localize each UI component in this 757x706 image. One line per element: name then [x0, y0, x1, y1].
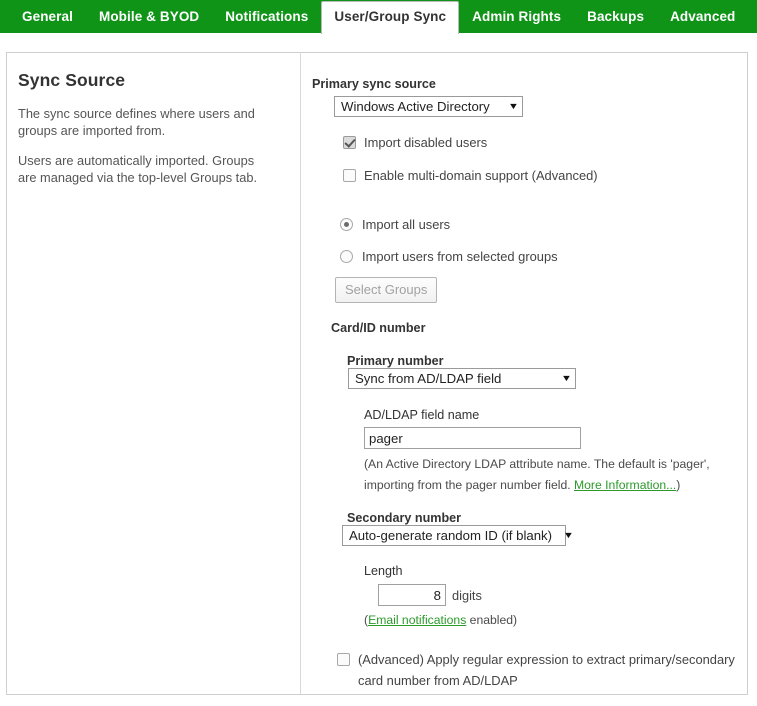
select-groups-button[interactable]: Select Groups — [335, 277, 438, 303]
secondary-number-select[interactable]: Auto-generate random ID (if blank) ▼ — [342, 525, 574, 546]
import-selected-groups-radio[interactable] — [340, 250, 353, 263]
email-note-rest: enabled) — [466, 613, 518, 627]
length-row: digits — [378, 584, 739, 606]
import-disabled-users-row[interactable]: Import disabled users — [343, 135, 739, 151]
tab-notifications[interactable]: Notifications — [212, 2, 321, 33]
chevron-down-icon: ▼ — [507, 101, 520, 111]
import-disabled-users-label: Import disabled users — [364, 135, 488, 150]
card-id-number-heading: Card/ID number — [331, 321, 426, 335]
tab-list: General Mobile & BYOD Notifications User… — [0, 0, 748, 34]
primary-sync-source-select[interactable]: Windows Active Directory ▼ — [334, 96, 523, 117]
ad-ldap-field-name-label: AD/LDAP field name — [364, 408, 480, 422]
description-paragraph-1: The sync source defines where users and … — [18, 106, 255, 138]
primary-sync-source-value: Windows Active Directory — [341, 99, 490, 114]
ad-ldap-help-text-2: ) — [676, 478, 681, 492]
length-label: Length — [364, 564, 403, 578]
import-all-users-label: Import all users — [362, 217, 451, 232]
advanced-regex-label: (Advanced) Apply regular expression to e… — [358, 652, 735, 688]
tab-mobile-byod[interactable]: Mobile & BYOD — [86, 2, 212, 33]
primary-number-select[interactable]: Sync from AD/LDAP field ▼ — [348, 368, 576, 389]
import-selected-groups-row[interactable]: Import users from selected groups — [340, 249, 739, 265]
tab-advanced[interactable]: Advanced — [657, 2, 748, 33]
enable-multidomain-label: Enable multi-domain support (Advanced) — [364, 168, 598, 183]
panel-left-description: Sync Source The sync source defines wher… — [7, 53, 301, 694]
import-all-users-row[interactable]: Import all users — [340, 217, 739, 233]
import-selected-groups-label: Import users from selected groups — [362, 249, 558, 264]
more-information-link[interactable]: More Information... — [574, 478, 676, 492]
settings-page: General Mobile & BYOD Notifications User… — [0, 0, 757, 706]
ad-ldap-field-name-input[interactable] — [364, 427, 581, 449]
length-units-label: digits — [452, 587, 482, 603]
enable-multidomain-row[interactable]: Enable multi-domain support (Advanced) — [343, 168, 739, 184]
tab-admin-rights[interactable]: Admin Rights — [459, 2, 574, 33]
length-input[interactable] — [378, 584, 446, 606]
primary-sync-source-label: Primary sync source — [312, 77, 436, 91]
tab-general[interactable]: General — [9, 2, 86, 33]
email-notifications-link[interactable]: Email notifications — [368, 613, 466, 627]
tab-user-group-sync[interactable]: User/Group Sync — [321, 1, 460, 34]
primary-number-label: Primary number — [347, 354, 444, 368]
primary-number-value: Sync from AD/LDAP field — [355, 371, 502, 386]
description-paragraph-2: Users are automatically imported. Groups… — [18, 153, 258, 185]
advanced-regex-row[interactable]: (Advanced) Apply regular expression to e… — [337, 649, 739, 691]
page-title: Sync Source — [18, 70, 126, 90]
email-notifications-note: (Email notifications enabled) — [364, 611, 739, 629]
import-disabled-users-checkbox[interactable] — [343, 136, 356, 149]
secondary-number-label: Secondary number — [347, 511, 462, 525]
tab-backups[interactable]: Backups — [574, 2, 657, 33]
chevron-down-icon: ▼ — [562, 530, 575, 540]
advanced-regex-checkbox[interactable] — [337, 653, 350, 666]
ad-ldap-field-help: (An Active Directory LDAP attribute name… — [364, 454, 739, 496]
main-tabbar: General Mobile & BYOD Notifications User… — [0, 0, 757, 34]
chevron-down-icon: ▼ — [560, 373, 573, 383]
enable-multidomain-checkbox[interactable] — [343, 169, 356, 182]
panel-right-form: Primary sync source Windows Active Direc… — [301, 53, 747, 694]
import-all-users-radio[interactable] — [340, 218, 353, 231]
secondary-number-value: Auto-generate random ID (if blank) — [349, 528, 553, 543]
sync-source-panel: Sync Source The sync source defines wher… — [6, 52, 748, 695]
